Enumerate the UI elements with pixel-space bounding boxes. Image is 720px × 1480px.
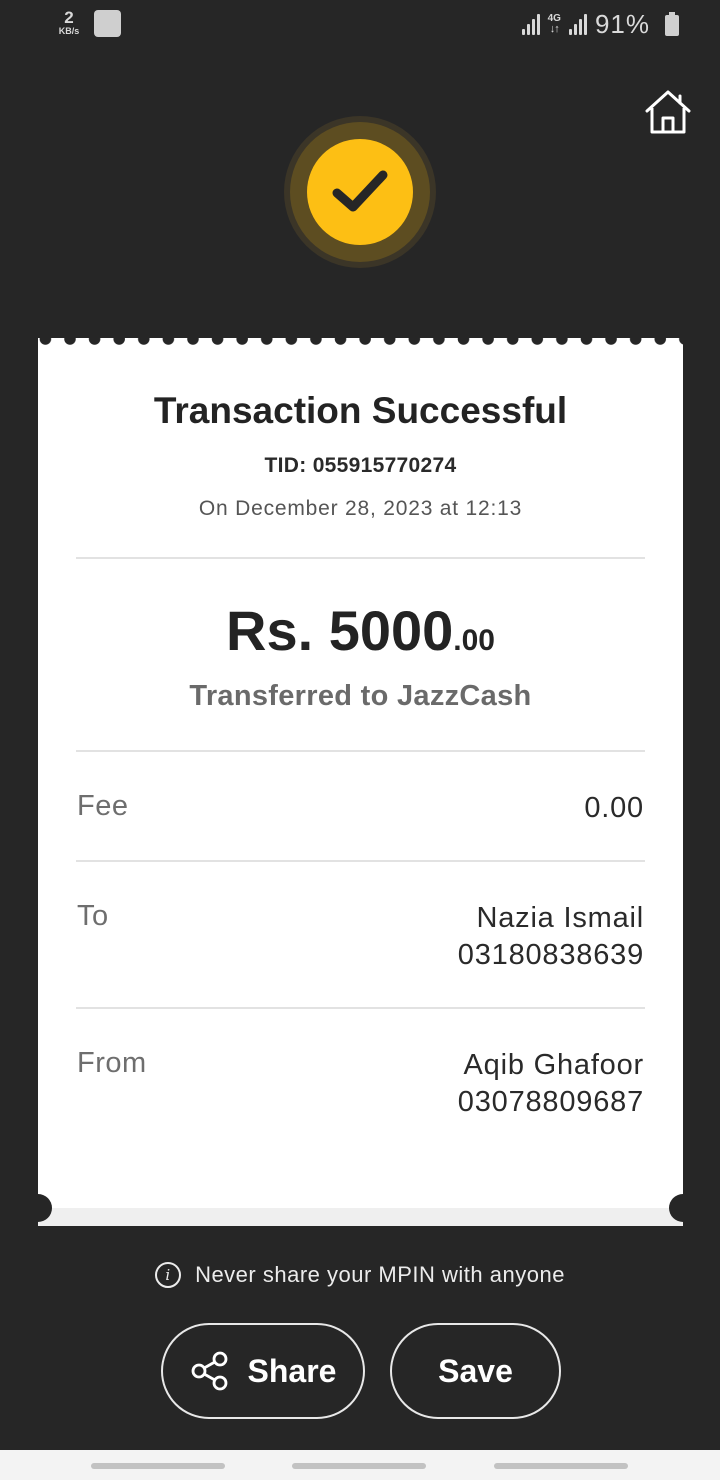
sender-name: Aqib Ghafoor (463, 1049, 644, 1081)
save-button[interactable]: Save (390, 1323, 561, 1419)
sender-number: 03078809687 (457, 1086, 644, 1118)
info-icon: i (155, 1262, 182, 1288)
nav-back-button[interactable] (494, 1463, 628, 1469)
divider (76, 750, 645, 752)
signal-icon-2 (568, 13, 587, 35)
receipt-scalloped-edge (38, 333, 683, 347)
network-type-icon: 4G ↓↑ (547, 12, 561, 35)
home-button[interactable] (644, 88, 692, 136)
transaction-id: TID: 055915770274 (264, 454, 457, 477)
share-label: Share (247, 1352, 337, 1389)
fee-label: Fee (77, 790, 129, 822)
to-label: To (77, 900, 109, 932)
system-nav-bar (0, 1450, 720, 1480)
receipt-footer-strip (38, 1208, 683, 1226)
speed-value: 2 (64, 8, 74, 27)
network-speed: 2 KB/s (52, 9, 86, 36)
success-badge (284, 116, 436, 268)
transaction-datetime: On December 28, 2023 at 12:13 (198, 497, 523, 520)
save-label: Save (438, 1352, 513, 1389)
security-notice: i Never share your MPIN with anyone (0, 1262, 720, 1288)
checkmark-icon (332, 170, 388, 212)
recipient-name: Nazia Ismail (476, 902, 644, 934)
receipt-notch-right (669, 1194, 697, 1222)
battery-icon (665, 12, 679, 36)
nav-recents-button[interactable] (91, 1463, 225, 1469)
page-title: Transaction Successful (153, 390, 568, 431)
amount-decimal: .00 (453, 624, 495, 657)
transaction-amount: Rs. 5000.00 (38, 598, 683, 663)
receipt-notch-left (24, 1194, 52, 1222)
battery-percent: 91% (594, 8, 650, 39)
status-icons: 4G ↓↑ 91% (521, 8, 680, 40)
notification-icon (94, 10, 121, 37)
recipient-number: 03180838639 (457, 939, 644, 971)
status-bar: 2 KB/s 4G ↓↑ 91% (0, 0, 720, 48)
sender-details: Aqib Ghafoor 03078809687 (458, 1047, 644, 1121)
transfer-description: Transferred to JazzCash (189, 680, 532, 712)
signal-icon (521, 13, 540, 35)
network-type: 4G (547, 12, 561, 24)
divider (76, 860, 645, 862)
share-icon (191, 1351, 227, 1391)
share-button[interactable]: Share (161, 1323, 365, 1419)
recipient-details: Nazia Ismail 03180838639 (458, 900, 644, 974)
security-notice-text: Never share your MPIN with anyone (195, 1262, 565, 1287)
divider (76, 557, 645, 559)
from-label: From (77, 1047, 147, 1079)
nav-home-button[interactable] (292, 1463, 426, 1469)
home-icon (645, 90, 691, 134)
speed-unit: KB/s (58, 26, 80, 36)
amount-main: Rs. 5000 (226, 599, 454, 662)
divider (76, 1007, 645, 1009)
fee-value: 0.00 (584, 792, 644, 824)
